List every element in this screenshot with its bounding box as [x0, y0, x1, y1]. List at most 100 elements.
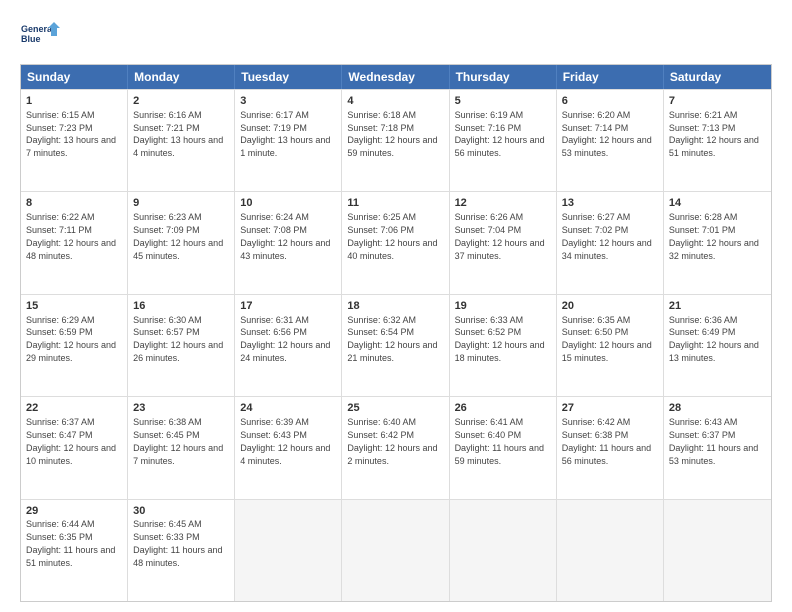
day-number: 14 [669, 196, 766, 211]
day-cell-15: 15 Sunrise: 6:29 AMSunset: 6:59 PMDaylig… [21, 295, 128, 396]
cell-info: Sunrise: 6:37 AMSunset: 6:47 PMDaylight:… [26, 417, 116, 465]
cell-info: Sunrise: 6:33 AMSunset: 6:52 PMDaylight:… [455, 315, 545, 363]
calendar-header: SundayMondayTuesdayWednesdayThursdayFrid… [21, 65, 771, 89]
empty-cell [235, 500, 342, 601]
day-number: 22 [26, 401, 122, 416]
cell-info: Sunrise: 6:21 AMSunset: 7:13 PMDaylight:… [669, 110, 759, 158]
cell-info: Sunrise: 6:39 AMSunset: 6:43 PMDaylight:… [240, 417, 330, 465]
day-cell-6: 6 Sunrise: 6:20 AMSunset: 7:14 PMDayligh… [557, 90, 664, 191]
day-number: 18 [347, 299, 443, 314]
day-cell-29: 29 Sunrise: 6:44 AMSunset: 6:35 PMDaylig… [21, 500, 128, 601]
calendar-row-2: 15 Sunrise: 6:29 AMSunset: 6:59 PMDaylig… [21, 294, 771, 396]
day-cell-19: 19 Sunrise: 6:33 AMSunset: 6:52 PMDaylig… [450, 295, 557, 396]
day-cell-17: 17 Sunrise: 6:31 AMSunset: 6:56 PMDaylig… [235, 295, 342, 396]
cell-info: Sunrise: 6:31 AMSunset: 6:56 PMDaylight:… [240, 315, 330, 363]
day-number: 27 [562, 401, 658, 416]
day-number: 4 [347, 94, 443, 109]
header: General Blue [20, 18, 772, 54]
header-day-sunday: Sunday [21, 65, 128, 89]
day-number: 19 [455, 299, 551, 314]
header-day-saturday: Saturday [664, 65, 771, 89]
day-cell-20: 20 Sunrise: 6:35 AMSunset: 6:50 PMDaylig… [557, 295, 664, 396]
cell-info: Sunrise: 6:22 AMSunset: 7:11 PMDaylight:… [26, 212, 116, 260]
cell-info: Sunrise: 6:26 AMSunset: 7:04 PMDaylight:… [455, 212, 545, 260]
day-number: 1 [26, 94, 122, 109]
day-cell-18: 18 Sunrise: 6:32 AMSunset: 6:54 PMDaylig… [342, 295, 449, 396]
day-cell-30: 30 Sunrise: 6:45 AMSunset: 6:33 PMDaylig… [128, 500, 235, 601]
calendar-row-4: 29 Sunrise: 6:44 AMSunset: 6:35 PMDaylig… [21, 499, 771, 601]
empty-cell [342, 500, 449, 601]
day-number: 3 [240, 94, 336, 109]
day-cell-16: 16 Sunrise: 6:30 AMSunset: 6:57 PMDaylig… [128, 295, 235, 396]
calendar-row-1: 8 Sunrise: 6:22 AMSunset: 7:11 PMDayligh… [21, 191, 771, 293]
day-cell-9: 9 Sunrise: 6:23 AMSunset: 7:09 PMDayligh… [128, 192, 235, 293]
page: General Blue SundayMondayTuesdayWednesda… [0, 0, 792, 612]
empty-cell [557, 500, 664, 601]
day-cell-11: 11 Sunrise: 6:25 AMSunset: 7:06 PMDaylig… [342, 192, 449, 293]
day-number: 2 [133, 94, 229, 109]
day-cell-7: 7 Sunrise: 6:21 AMSunset: 7:13 PMDayligh… [664, 90, 771, 191]
day-number: 21 [669, 299, 766, 314]
day-number: 24 [240, 401, 336, 416]
cell-info: Sunrise: 6:43 AMSunset: 6:37 PMDaylight:… [669, 417, 758, 465]
cell-info: Sunrise: 6:38 AMSunset: 6:45 PMDaylight:… [133, 417, 223, 465]
day-cell-13: 13 Sunrise: 6:27 AMSunset: 7:02 PMDaylig… [557, 192, 664, 293]
calendar-body: 1 Sunrise: 6:15 AMSunset: 7:23 PMDayligh… [21, 89, 771, 601]
day-cell-4: 4 Sunrise: 6:18 AMSunset: 7:18 PMDayligh… [342, 90, 449, 191]
empty-cell [450, 500, 557, 601]
cell-info: Sunrise: 6:23 AMSunset: 7:09 PMDaylight:… [133, 212, 223, 260]
day-cell-22: 22 Sunrise: 6:37 AMSunset: 6:47 PMDaylig… [21, 397, 128, 498]
day-number: 20 [562, 299, 658, 314]
day-cell-8: 8 Sunrise: 6:22 AMSunset: 7:11 PMDayligh… [21, 192, 128, 293]
cell-info: Sunrise: 6:19 AMSunset: 7:16 PMDaylight:… [455, 110, 545, 158]
day-number: 29 [26, 504, 122, 519]
day-cell-2: 2 Sunrise: 6:16 AMSunset: 7:21 PMDayligh… [128, 90, 235, 191]
day-number: 6 [562, 94, 658, 109]
day-number: 9 [133, 196, 229, 211]
calendar-row-3: 22 Sunrise: 6:37 AMSunset: 6:47 PMDaylig… [21, 396, 771, 498]
day-number: 10 [240, 196, 336, 211]
cell-info: Sunrise: 6:24 AMSunset: 7:08 PMDaylight:… [240, 212, 330, 260]
cell-info: Sunrise: 6:28 AMSunset: 7:01 PMDaylight:… [669, 212, 759, 260]
cell-info: Sunrise: 6:36 AMSunset: 6:49 PMDaylight:… [669, 315, 759, 363]
day-number: 5 [455, 94, 551, 109]
empty-cell [664, 500, 771, 601]
cell-info: Sunrise: 6:44 AMSunset: 6:35 PMDaylight:… [26, 519, 115, 567]
day-number: 30 [133, 504, 229, 519]
cell-info: Sunrise: 6:32 AMSunset: 6:54 PMDaylight:… [347, 315, 437, 363]
calendar-row-0: 1 Sunrise: 6:15 AMSunset: 7:23 PMDayligh… [21, 89, 771, 191]
cell-info: Sunrise: 6:20 AMSunset: 7:14 PMDaylight:… [562, 110, 652, 158]
day-number: 11 [347, 196, 443, 211]
cell-info: Sunrise: 6:45 AMSunset: 6:33 PMDaylight:… [133, 519, 222, 567]
header-day-tuesday: Tuesday [235, 65, 342, 89]
day-cell-21: 21 Sunrise: 6:36 AMSunset: 6:49 PMDaylig… [664, 295, 771, 396]
day-number: 15 [26, 299, 122, 314]
cell-info: Sunrise: 6:27 AMSunset: 7:02 PMDaylight:… [562, 212, 652, 260]
day-cell-10: 10 Sunrise: 6:24 AMSunset: 7:08 PMDaylig… [235, 192, 342, 293]
cell-info: Sunrise: 6:17 AMSunset: 7:19 PMDaylight:… [240, 110, 330, 158]
day-cell-3: 3 Sunrise: 6:17 AMSunset: 7:19 PMDayligh… [235, 90, 342, 191]
day-cell-27: 27 Sunrise: 6:42 AMSunset: 6:38 PMDaylig… [557, 397, 664, 498]
logo: General Blue [20, 18, 60, 54]
day-number: 17 [240, 299, 336, 314]
cell-info: Sunrise: 6:30 AMSunset: 6:57 PMDaylight:… [133, 315, 223, 363]
day-number: 7 [669, 94, 766, 109]
cell-info: Sunrise: 6:25 AMSunset: 7:06 PMDaylight:… [347, 212, 437, 260]
cell-info: Sunrise: 6:18 AMSunset: 7:18 PMDaylight:… [347, 110, 437, 158]
day-cell-28: 28 Sunrise: 6:43 AMSunset: 6:37 PMDaylig… [664, 397, 771, 498]
svg-text:General: General [21, 24, 55, 34]
logo-svg: General Blue [20, 18, 60, 54]
svg-text:Blue: Blue [21, 34, 41, 44]
day-number: 23 [133, 401, 229, 416]
calendar: SundayMondayTuesdayWednesdayThursdayFrid… [20, 64, 772, 602]
day-number: 13 [562, 196, 658, 211]
day-number: 26 [455, 401, 551, 416]
header-day-thursday: Thursday [450, 65, 557, 89]
cell-info: Sunrise: 6:29 AMSunset: 6:59 PMDaylight:… [26, 315, 116, 363]
header-day-monday: Monday [128, 65, 235, 89]
cell-info: Sunrise: 6:35 AMSunset: 6:50 PMDaylight:… [562, 315, 652, 363]
day-number: 8 [26, 196, 122, 211]
day-number: 16 [133, 299, 229, 314]
cell-info: Sunrise: 6:41 AMSunset: 6:40 PMDaylight:… [455, 417, 544, 465]
day-cell-23: 23 Sunrise: 6:38 AMSunset: 6:45 PMDaylig… [128, 397, 235, 498]
